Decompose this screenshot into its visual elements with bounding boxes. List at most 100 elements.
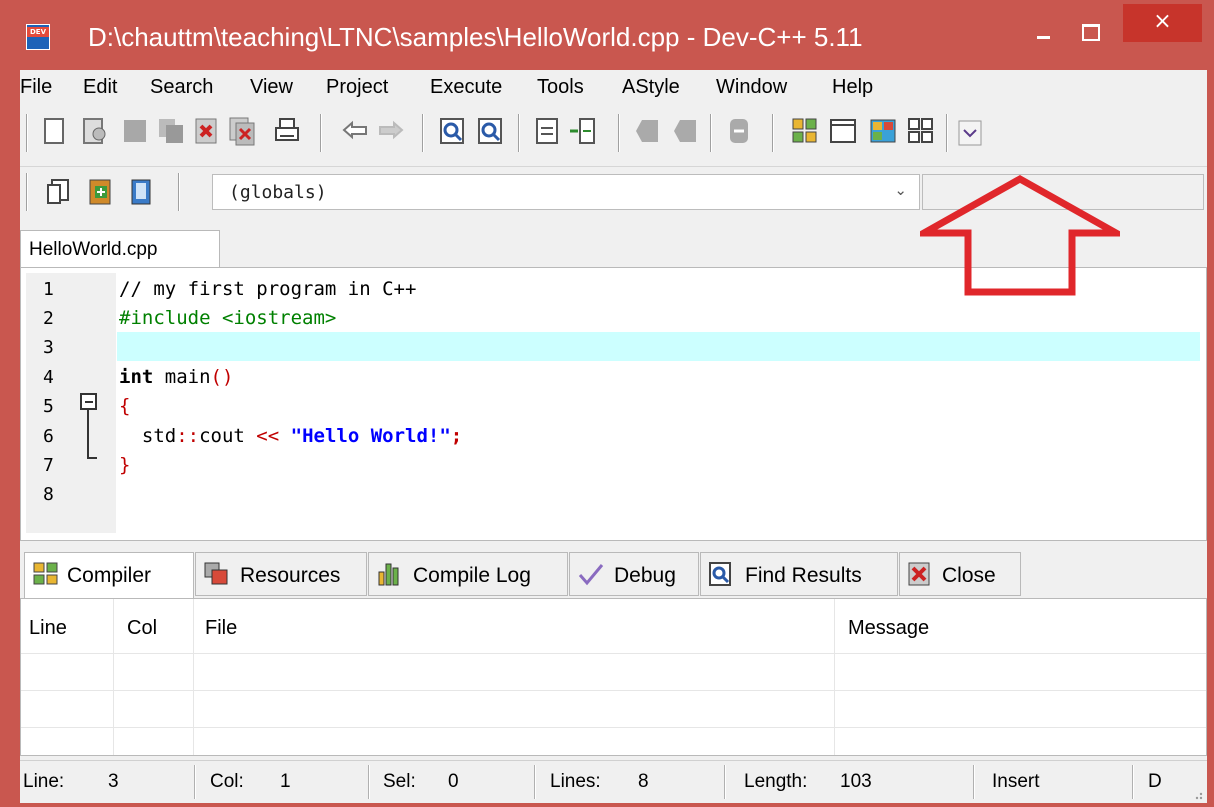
toolbar-separator	[618, 114, 620, 152]
title-bar[interactable]: DEV D:\chauttm\teaching\LTNC\samples\Hel…	[0, 0, 1214, 70]
status-line-value: 3	[108, 771, 119, 792]
current-line-highlight	[117, 332, 1200, 361]
keyword-int: int	[119, 366, 154, 388]
tab-label: Close	[942, 564, 996, 587]
column-header-message[interactable]: Message	[848, 617, 929, 640]
tab-find-results[interactable]: Find Results	[700, 552, 898, 596]
replace-icon[interactable]	[476, 116, 506, 146]
status-lines-label: Lines:	[550, 771, 601, 792]
tab-compile-log[interactable]: Compile Log	[368, 552, 568, 596]
class-selector-dropdown[interactable]: (globals) ⌄	[212, 174, 920, 210]
close-file-icon[interactable]	[192, 116, 222, 146]
menu-help[interactable]: Help	[832, 76, 873, 99]
new-file-icon[interactable]	[40, 116, 70, 146]
fold-toggle-icon[interactable]	[80, 393, 97, 410]
code-line-6: std::cout << "Hello World!";	[119, 425, 462, 447]
compiler-grid-icon	[33, 562, 58, 585]
status-divider	[534, 765, 536, 799]
line-number: 2	[43, 308, 54, 329]
menu-tools[interactable]: Tools	[537, 76, 584, 99]
resize-grip-icon[interactable]	[1188, 785, 1204, 801]
chevron-down-icon[interactable]: ⌄	[894, 181, 907, 199]
menu-file[interactable]: File	[20, 76, 52, 99]
code-token: std	[119, 425, 177, 447]
status-mode: Insert	[992, 771, 1040, 792]
column-header-line[interactable]: Line	[29, 617, 67, 640]
compiler-output-table[interactable]: Line Col File Message	[20, 598, 1207, 756]
unindent-icon[interactable]	[568, 116, 598, 146]
column-header-file[interactable]: File	[205, 617, 237, 640]
menu-astyle[interactable]: AStyle	[622, 76, 680, 99]
close-button[interactable]: ×	[1123, 4, 1202, 42]
line-number: 6	[43, 426, 54, 447]
menu-project[interactable]: Project	[326, 76, 388, 99]
maximize-button[interactable]	[1068, 16, 1108, 48]
line-number: 8	[43, 484, 54, 505]
tab-debug[interactable]: Debug	[569, 552, 699, 596]
toolbar-separator	[320, 114, 322, 152]
insert-icon[interactable]	[868, 116, 898, 146]
minimize-button[interactable]	[1027, 16, 1059, 48]
print-icon[interactable]	[272, 116, 302, 146]
output-tabstrip: Compiler Resources Compile Log Debug Fin…	[20, 552, 1207, 598]
new-project-icon[interactable]	[790, 116, 820, 146]
grid-line	[21, 653, 1206, 654]
goto-bookmark-icon[interactable]	[670, 116, 700, 146]
tab-resources[interactable]: Resources	[195, 552, 367, 596]
annotation-arrow-icon	[920, 175, 1120, 296]
status-divider	[194, 765, 196, 799]
code-string: "Hello World!"	[279, 425, 451, 447]
code-token: main	[153, 366, 211, 388]
tab-helloworld-cpp[interactable]: HelloWorld.cpp	[20, 230, 220, 268]
project-options-icon[interactable]	[126, 177, 156, 207]
indent-icon[interactable]	[532, 116, 562, 146]
project-window-icon[interactable]	[828, 116, 858, 146]
code-scope: ::	[176, 425, 200, 447]
status-bar: Line: 3 Col: 1 Sel: 0 Lines: 8 Length: 1…	[20, 760, 1207, 803]
menu-view[interactable]: View	[250, 76, 293, 99]
tab-compiler[interactable]: Compiler	[24, 552, 194, 598]
toggle-bookmark-icon[interactable]	[632, 116, 662, 146]
status-sel-label: Sel:	[383, 771, 416, 792]
status-col-label: Col:	[210, 771, 244, 792]
class-selector-value: (globals)	[229, 182, 327, 203]
code-line-1: // my first program in C++	[119, 278, 417, 300]
code-line-2: #include <iostream>	[119, 307, 337, 329]
fold-guide-end	[87, 457, 97, 459]
grid-line	[113, 599, 114, 755]
status-length-label: Length:	[744, 771, 808, 792]
column-header-col[interactable]: Col	[127, 617, 157, 640]
status-divider	[973, 765, 975, 799]
redo-icon[interactable]	[376, 116, 406, 146]
more-icon[interactable]	[956, 118, 986, 148]
menu-execute[interactable]: Execute	[430, 76, 502, 99]
find-icon[interactable]	[438, 116, 468, 146]
checkmark-icon	[578, 564, 604, 586]
status-divider	[724, 765, 726, 799]
menu-window[interactable]: Window	[716, 76, 787, 99]
main-toolbar	[20, 104, 1207, 164]
menu-edit[interactable]: Edit	[83, 76, 117, 99]
grid-line	[21, 690, 1206, 691]
add-to-project-icon[interactable]	[86, 177, 116, 207]
close-all-icon[interactable]	[228, 116, 258, 146]
goto-line-icon[interactable]	[44, 177, 74, 207]
menu-search[interactable]: Search	[150, 76, 213, 99]
tab-label: Compile Log	[413, 564, 531, 587]
menu-bar: File Edit Search View Project Execute To…	[20, 70, 1207, 104]
toggle-panes-icon[interactable]	[906, 116, 936, 146]
undo-icon[interactable]	[340, 116, 370, 146]
save-all-icon[interactable]	[156, 116, 186, 146]
code-line-4: int main()	[119, 366, 233, 388]
tab-close[interactable]: Close	[899, 552, 1021, 596]
open-file-icon[interactable]	[80, 116, 110, 146]
code-semicolon: ;	[450, 425, 463, 447]
status-col-value: 1	[280, 771, 291, 792]
toolbar-separator	[946, 114, 948, 152]
compile-disabled-icon[interactable]	[724, 116, 754, 146]
code-editor[interactable]: 1 2 3 4 5 6 7 8 // my first program in C…	[20, 267, 1207, 541]
app-icon[interactable]: DEV	[26, 24, 50, 50]
status-lines-value: 8	[638, 771, 649, 792]
save-icon[interactable]	[120, 116, 150, 146]
toolbar-separator	[26, 173, 28, 211]
